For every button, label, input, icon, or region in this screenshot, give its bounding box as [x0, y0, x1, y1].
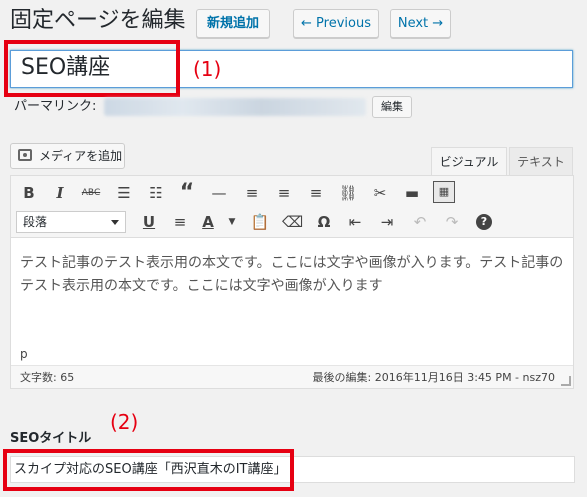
page-title: 固定ページを編集 [10, 8, 186, 33]
align-left-icon[interactable]: ≡ [242, 183, 262, 203]
permalink-url-blurred[interactable] [104, 98, 366, 116]
element-path: p [20, 347, 28, 361]
resize-handle-icon[interactable] [561, 376, 571, 386]
underline-icon[interactable]: U [139, 212, 159, 232]
outdent-icon[interactable]: ⇤ [345, 212, 365, 232]
unlink-icon[interactable]: ✂ [370, 183, 390, 203]
italic-icon[interactable]: I [50, 183, 70, 203]
add-media-button[interactable]: メディアを追加 [10, 143, 125, 169]
text-color-dropdown-icon[interactable]: ▼ [222, 212, 242, 232]
annotation-box-2 [3, 449, 294, 491]
permalink-edit-button[interactable]: 編集 [372, 96, 412, 118]
media-icon [18, 149, 32, 161]
add-media-label: メディアを追加 [39, 149, 123, 163]
editor-content[interactable]: テスト記事のテスト表示用の本文です。ここには文字や画像が入ります。テスト記事のテ… [20, 252, 565, 298]
annotation-box-1 [4, 40, 180, 97]
read-more-icon[interactable]: ▬ [402, 183, 422, 203]
paste-text-icon[interactable]: 📋 [250, 212, 270, 232]
add-new-button[interactable]: 新規追加 [196, 9, 270, 38]
align-center-icon[interactable]: ≡ [274, 183, 294, 203]
help-icon[interactable]: ? [476, 214, 492, 230]
last-edit: 最後の編集: 2016年11月16日 3:45 PM - nsz70 [312, 371, 555, 384]
strikethrough-icon[interactable]: ABC [81, 183, 101, 203]
text-color-icon[interactable]: A [198, 212, 218, 232]
align-right-icon[interactable]: ≡ [306, 183, 326, 203]
format-select[interactable]: 段落 [16, 211, 126, 233]
bullet-list-icon[interactable]: ☰ [114, 183, 134, 203]
horizontal-line-icon[interactable]: — [209, 183, 229, 203]
seo-title-label: SEOタイトル [10, 431, 92, 446]
chevron-down-icon [111, 220, 119, 225]
blockquote-icon[interactable]: “ [177, 182, 197, 204]
justify-icon[interactable]: ≡ [170, 212, 190, 232]
tab-text[interactable]: テキスト [509, 147, 573, 175]
undo-icon[interactable]: ↶ [410, 212, 430, 232]
next-button[interactable]: Next → [390, 9, 451, 38]
permalink-label: パーマリンク: [14, 99, 97, 114]
special-char-icon[interactable]: Ω [314, 212, 334, 232]
redo-icon[interactable]: ↷ [442, 212, 462, 232]
numbered-list-icon[interactable]: ☷ [146, 183, 166, 203]
link-icon[interactable]: ⛓ [338, 183, 358, 203]
format-select-value: 段落 [23, 215, 48, 229]
clear-format-icon[interactable]: ⌫ [282, 212, 303, 232]
annotation-label-1: (1) [193, 57, 222, 81]
indent-icon[interactable]: ⇥ [377, 212, 397, 232]
word-count: 文字数: 65 [20, 371, 75, 384]
annotation-label-2: (2) [110, 410, 139, 434]
editor-status-bar: 文字数: 65 最後の編集: 2016年11月16日 3:45 PM - nsz… [11, 365, 573, 388]
tab-visual[interactable]: ビジュアル [431, 147, 507, 175]
bold-icon[interactable]: B [19, 183, 39, 203]
toolbar-toggle-icon[interactable]: ▦ [433, 181, 455, 203]
previous-button[interactable]: ← Previous [293, 9, 379, 38]
